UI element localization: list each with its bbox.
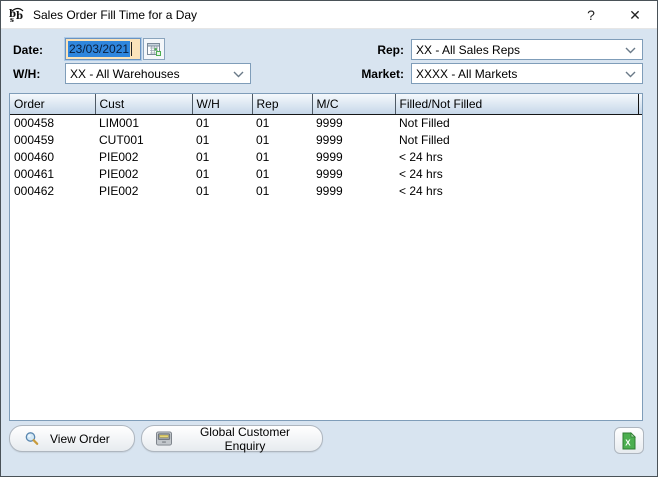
order-cell: 01	[192, 131, 252, 148]
window-title: Sales Order Fill Time for a Day	[33, 8, 197, 22]
warehouse-select[interactable]: XX - All Warehouses	[65, 63, 251, 84]
column-header[interactable]: Order	[10, 94, 95, 114]
orders-table: OrderCustW/HRepM/CFilled/Not Filled 0004…	[10, 94, 642, 199]
market-label: Market:	[346, 67, 404, 81]
date-label: Date:	[13, 43, 43, 57]
text-caret	[131, 42, 132, 56]
rep-label: Rep:	[346, 43, 404, 57]
date-input[interactable]: 23/03/2021	[65, 38, 141, 60]
order-row[interactable]: 000459CUT00101019999Not Filled	[10, 131, 642, 148]
date-control: 23/03/2021	[65, 38, 165, 60]
chevron-down-icon	[233, 71, 244, 78]
export-excel-button[interactable]: X	[614, 427, 644, 454]
order-row[interactable]: 000462PIE00201019999< 24 hrs	[10, 182, 642, 199]
order-cell: 000461	[10, 165, 95, 182]
order-cell: 000459	[10, 131, 95, 148]
rep-select[interactable]: XX - All Sales Reps	[411, 39, 643, 60]
order-row[interactable]: 000461PIE00201019999< 24 hrs	[10, 165, 642, 182]
view-order-button[interactable]: View Order	[9, 425, 135, 452]
order-cell: CUT001	[95, 131, 192, 148]
order-cell: LIM001	[95, 114, 192, 131]
order-cell: < 24 hrs	[395, 165, 642, 182]
order-cell: < 24 hrs	[395, 148, 642, 165]
titlebar: b b s Sales Order Fill Time for a Day ? …	[1, 1, 657, 29]
magnifier-icon	[24, 431, 40, 447]
order-cell: 01	[192, 165, 252, 182]
dialog-window: b b s Sales Order Fill Time for a Day ? …	[0, 0, 658, 477]
help-button[interactable]: ?	[569, 1, 613, 29]
svg-text:X: X	[625, 438, 631, 447]
chevron-down-icon	[625, 47, 636, 54]
order-cell: Not Filled	[395, 114, 642, 131]
order-row[interactable]: 000458LIM00101019999Not Filled	[10, 114, 642, 131]
order-cell: 01	[252, 148, 312, 165]
chevron-down-icon	[625, 71, 636, 78]
order-cell: PIE002	[95, 165, 192, 182]
order-cell: PIE002	[95, 182, 192, 199]
header-row: OrderCustW/HRepM/CFilled/Not Filled	[10, 94, 642, 114]
order-cell: 9999	[312, 148, 395, 165]
order-row[interactable]: 000460PIE00201019999< 24 hrs	[10, 148, 642, 165]
svg-text:b: b	[16, 11, 23, 22]
card-file-icon	[156, 431, 172, 446]
order-cell: 01	[192, 182, 252, 199]
app-logo-icon: b b s	[9, 7, 27, 23]
global-customer-enquiry-button[interactable]: Global Customer Enquiry	[141, 425, 323, 452]
market-value: XXXX - All Markets	[416, 67, 517, 81]
order-cell: 9999	[312, 182, 395, 199]
column-header[interactable]: Cust	[95, 94, 192, 114]
excel-icon: X	[621, 432, 637, 450]
orders-grid: OrderCustW/HRepM/CFilled/Not Filled 0004…	[9, 93, 643, 421]
date-value: 23/03/2021	[68, 41, 130, 57]
order-cell: PIE002	[95, 148, 192, 165]
close-button[interactable]: ✕	[613, 1, 657, 29]
order-cell: 000462	[10, 182, 95, 199]
calendar-icon	[147, 42, 161, 56]
warehouse-value: XX - All Warehouses	[70, 67, 180, 81]
order-cell: < 24 hrs	[395, 182, 642, 199]
order-cell: 01	[192, 148, 252, 165]
view-order-label: View Order	[50, 432, 110, 446]
market-select[interactable]: XXXX - All Markets	[411, 63, 643, 84]
warehouse-label: W/H:	[13, 67, 40, 81]
calendar-picker-button[interactable]	[143, 38, 165, 60]
order-cell: 9999	[312, 114, 395, 131]
column-header[interactable]: Rep	[252, 94, 312, 114]
column-header[interactable]: Filled/Not Filled	[395, 94, 642, 114]
order-cell: 000458	[10, 114, 95, 131]
order-cell: 9999	[312, 165, 395, 182]
order-cell: 01	[192, 114, 252, 131]
column-header[interactable]: M/C	[312, 94, 395, 114]
order-cell: 000460	[10, 148, 95, 165]
order-cell: 01	[252, 182, 312, 199]
order-cell: 01	[252, 165, 312, 182]
order-cell: 9999	[312, 131, 395, 148]
order-cell: 01	[252, 114, 312, 131]
global-customer-enquiry-label: Global Customer Enquiry	[182, 425, 308, 453]
order-cell: 01	[252, 131, 312, 148]
order-cell: Not Filled	[395, 131, 642, 148]
rep-value: XX - All Sales Reps	[416, 43, 520, 57]
svg-text:s: s	[10, 15, 14, 23]
column-header[interactable]: W/H	[192, 94, 252, 114]
